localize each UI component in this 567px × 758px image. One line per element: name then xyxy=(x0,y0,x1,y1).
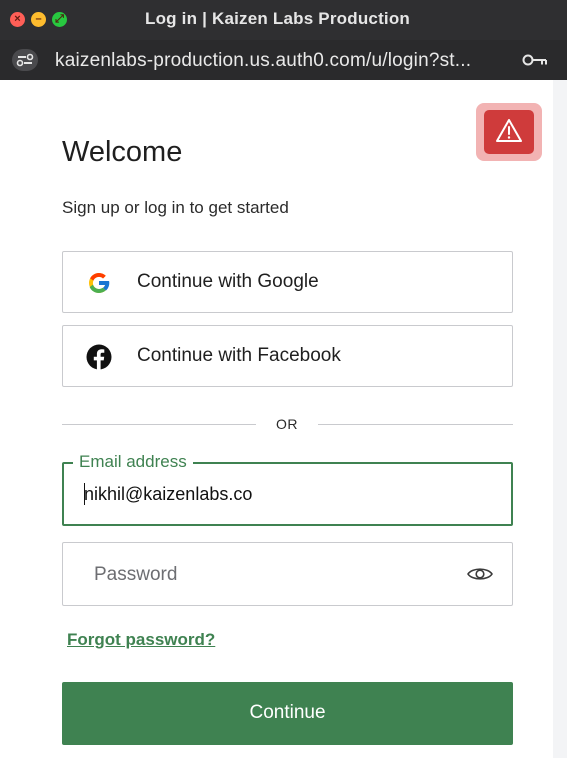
page-title: Welcome xyxy=(62,136,183,168)
browser-window: × – ⤢ Log in | Kaizen Labs Production ka… xyxy=(0,0,567,758)
forgot-password-link[interactable]: Forgot password? xyxy=(67,630,215,650)
eye-icon[interactable] xyxy=(466,565,494,583)
divider-line-right xyxy=(318,424,513,425)
zoom-icon: ⤢ xyxy=(55,13,64,25)
url-field[interactable]: kaizenlabs-production.us.auth0.com/u/log… xyxy=(55,50,471,72)
key-icon[interactable] xyxy=(522,53,548,67)
google-button-label: Continue with Google xyxy=(137,271,319,292)
facebook-button-label: Continue with Facebook xyxy=(137,345,341,366)
page-subtitle: Sign up or log in to get started xyxy=(62,198,289,217)
continue-button[interactable]: Continue xyxy=(62,682,513,745)
site-settings-icon xyxy=(16,53,34,67)
facebook-icon xyxy=(86,344,112,370)
title-bar: × – ⤢ Log in | Kaizen Labs Production xyxy=(0,0,567,40)
close-window-button[interactable]: × xyxy=(10,12,25,27)
google-icon xyxy=(89,273,110,293)
divider-or: OR xyxy=(276,416,298,432)
continue-button-label: Continue xyxy=(249,702,326,723)
email-label: Email address xyxy=(73,451,193,473)
url-bar: kaizenlabs-production.us.auth0.com/u/log… xyxy=(0,40,567,80)
window-title: Log in | Kaizen Labs Production xyxy=(145,9,411,28)
warning-triangle-icon xyxy=(496,119,522,142)
site-settings-button[interactable] xyxy=(12,49,38,71)
email-value[interactable]: nikhil@kaizenlabs.co xyxy=(84,484,252,505)
password-placeholder: Password xyxy=(94,564,178,585)
close-icon: × xyxy=(14,13,21,25)
text-caret xyxy=(84,483,85,505)
minimize-icon: – xyxy=(35,13,42,25)
divider-line-left xyxy=(62,424,256,425)
continue-with-facebook-button[interactable]: Continue with Facebook xyxy=(62,325,513,387)
zoom-window-button[interactable]: ⤢ xyxy=(52,12,67,27)
alert-button[interactable] xyxy=(484,110,534,154)
alert-button-wrapper xyxy=(476,103,542,161)
page-edge xyxy=(553,80,567,758)
continue-with-google-button[interactable]: Continue with Google xyxy=(62,251,513,313)
minimize-window-button[interactable]: – xyxy=(31,12,46,27)
